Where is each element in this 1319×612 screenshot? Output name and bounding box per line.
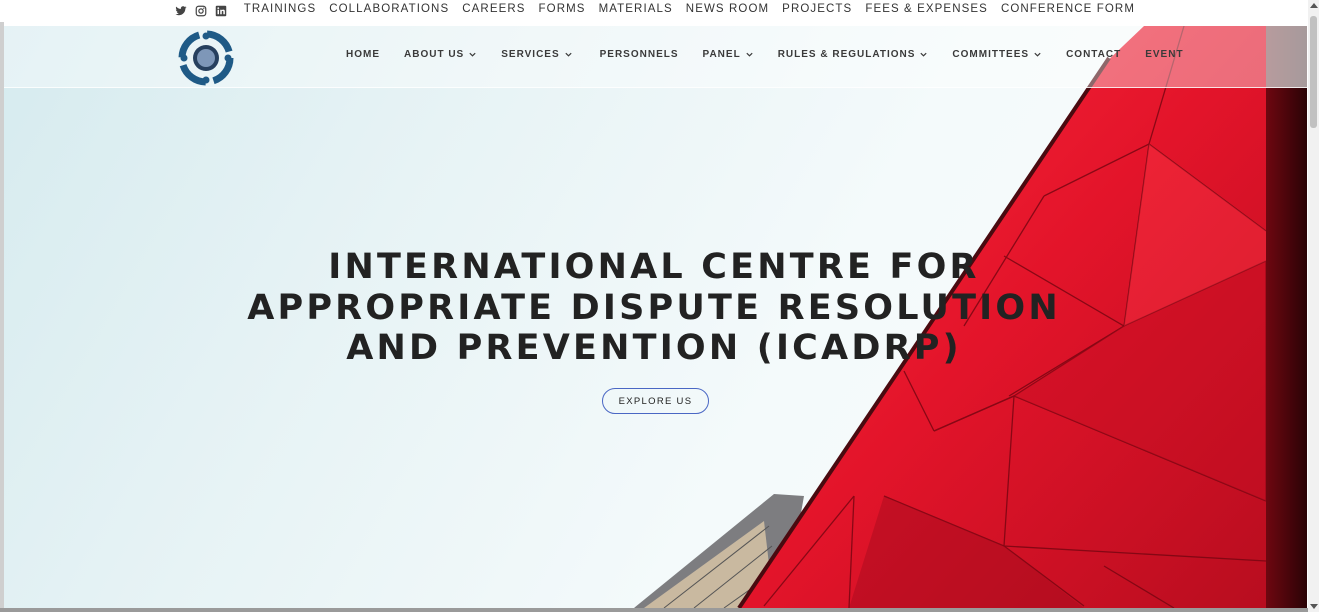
nav-item-contact[interactable]: CONTACT <box>1066 49 1121 60</box>
hero-headline-line: INTERNATIONAL CENTRE FOR <box>328 247 980 287</box>
vertical-scrollbar[interactable] <box>1308 0 1319 612</box>
chevron-down-icon <box>565 52 572 57</box>
nav-item-label: ABOUT US <box>404 49 465 60</box>
nav-item-label: SERVICES <box>501 49 560 60</box>
nav-item-personnels[interactable]: PERSONNELS <box>600 49 679 60</box>
scroll-up-arrow-icon[interactable] <box>1310 3 1318 8</box>
nav-item-committees[interactable]: COMMITTEES <box>952 49 1042 60</box>
nav-item-label: COMMITTEES <box>952 49 1030 60</box>
nav-item-label: EVENT <box>1145 49 1184 60</box>
hero-headline-line: APPROPRIATE DISPUTE RESOLUTION <box>247 287 1061 328</box>
utility-link-trainings[interactable]: TRAININGS <box>244 3 317 15</box>
instagram-icon[interactable] <box>195 4 207 17</box>
top-utility-bar: TRAININGS COLLABORATIONS CAREERS FORMS M… <box>0 0 1307 22</box>
social-links <box>175 4 227 17</box>
chevron-down-icon <box>469 52 476 57</box>
chevron-down-icon <box>746 52 753 57</box>
utility-link-careers[interactable]: CAREERS <box>462 3 525 15</box>
main-header: HOME ABOUT US SERVICES PERSONNELS PANEL … <box>4 26 1307 88</box>
nav-item-label: RULES & REGULATIONS <box>777 49 916 60</box>
utility-link-projects[interactable]: PROJECTS <box>782 3 852 15</box>
nav-item-about-us[interactable]: ABOUT US <box>404 49 477 60</box>
linkedin-icon[interactable] <box>215 4 227 17</box>
scrollbar-thumb[interactable] <box>1310 16 1317 128</box>
hero-headline-line: AND PREVENTION (ICADRP) <box>346 328 962 368</box>
utility-link-news-room[interactable]: NEWS ROOM <box>686 3 769 15</box>
site-logo[interactable] <box>177 29 235 87</box>
hero-section: HOME ABOUT US SERVICES PERSONNELS PANEL … <box>4 26 1307 608</box>
hero-headline: INTERNATIONAL CENTRE FOR APPROPRIATE DIS… <box>224 247 1084 369</box>
nav-item-label: PANEL <box>702 49 741 60</box>
nav-item-label: CONTACT <box>1066 49 1122 60</box>
nav-item-label: PERSONNELS <box>599 49 679 60</box>
chevron-down-icon <box>1034 52 1041 57</box>
chevron-down-icon <box>920 52 928 57</box>
window-bottom-edge <box>0 608 1308 612</box>
nav-item-panel[interactable]: PANEL <box>703 49 754 60</box>
nav-item-label: HOME <box>346 49 380 60</box>
utility-link-forms[interactable]: FORMS <box>539 3 586 15</box>
utility-link-fees-expenses[interactable]: FEES & EXPENSES <box>865 3 988 15</box>
utility-nav: TRAININGS COLLABORATIONS CAREERS FORMS M… <box>244 3 1135 15</box>
explore-us-button[interactable]: EXPLORE US <box>602 388 709 414</box>
twitter-icon[interactable] <box>175 4 187 16</box>
nav-item-services[interactable]: SERVICES <box>501 49 572 60</box>
nav-item-rules-regulations[interactable]: RULES & REGULATIONS <box>778 49 929 60</box>
utility-link-conference-form[interactable]: CONFERENCE FORM <box>1001 3 1135 15</box>
nav-item-home[interactable]: HOME <box>346 49 380 60</box>
utility-link-collaborations[interactable]: COLLABORATIONS <box>329 3 449 15</box>
main-nav: HOME ABOUT US SERVICES PERSONNELS PANEL … <box>346 49 1184 60</box>
nav-item-event[interactable]: EVENT <box>1145 49 1183 60</box>
utility-link-materials[interactable]: MATERIALS <box>599 3 673 15</box>
scroll-down-arrow-icon[interactable] <box>1310 604 1318 609</box>
